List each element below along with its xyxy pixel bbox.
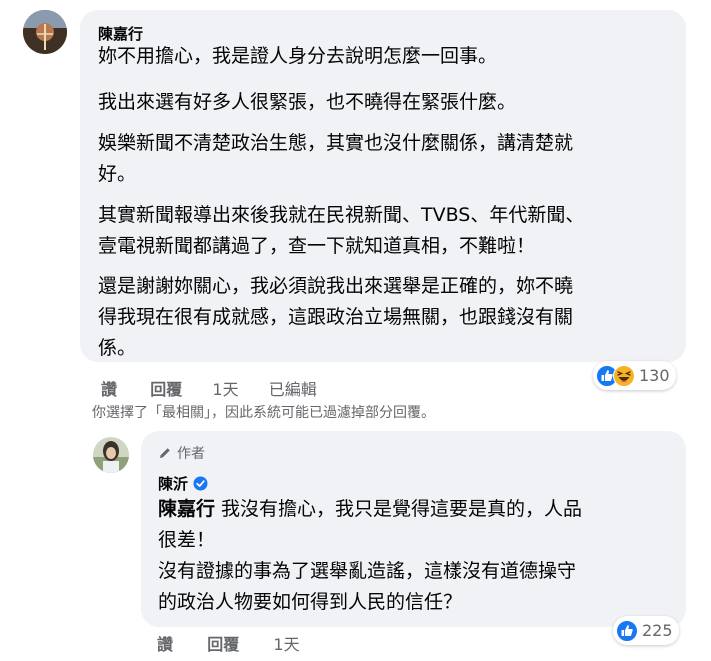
commenter-avatar[interactable]	[23, 10, 67, 54]
reply-actions: 讚 回覆 1天	[157, 631, 300, 655]
reply-button[interactable]: 回覆	[207, 635, 239, 654]
comment-reactions[interactable]: 130	[593, 361, 676, 390]
comment-actions: 讚 回覆 1天 已編輯	[101, 376, 317, 400]
reaction-count: 130	[639, 366, 670, 385]
timestamp-link[interactable]: 1天	[212, 380, 238, 399]
reply-reactions[interactable]: 225	[613, 616, 679, 645]
comment-paragraph: 娛樂新聞不清楚政治生態，其實也沒什麼關係，講清楚就 好。	[98, 132, 574, 185]
comment-paragraph: 還是謝謝妳關心，我必須說我出來選舉是正確的，妳不曉 得我現在很有成就感，這跟政治…	[98, 275, 574, 359]
reply-author-avatar[interactable]	[93, 437, 129, 473]
comment-paragraph: 其實新聞報導出來後我就在民視新聞、TVBS、年代新聞、 壹電視新聞都講過了，查一…	[98, 204, 585, 257]
like-button[interactable]: 讚	[101, 380, 117, 399]
pen-icon	[158, 446, 172, 460]
timestamp-link[interactable]: 1天	[273, 635, 299, 654]
author-badge-label: 作者	[177, 446, 205, 462]
edited-label[interactable]: 已編輯	[269, 380, 317, 399]
comment-paragraph: 我出來選有好多人很緊張，也不曉得在緊張什麼。	[98, 91, 517, 113]
mention-link[interactable]: 陳嘉行	[158, 498, 215, 520]
like-button[interactable]: 讚	[157, 635, 173, 654]
reaction-count: 225	[642, 621, 673, 640]
reply-author-name[interactable]: 陳沂	[158, 473, 208, 494]
reply-text: 陳嘉行 我沒有擔心，我只是覺得這要是真的，人品 很差！ 沒有證據的事為了選舉亂造…	[158, 498, 583, 613]
comment-paragraph: 妳不用擔心，我是證人身分去說明怎麼一回事。	[98, 45, 498, 67]
like-icon	[616, 619, 638, 642]
filter-notice: 你選擇了「最相關」，因此系統可能已過濾掉部分回覆。	[92, 405, 435, 421]
author-badge: 作者	[158, 443, 205, 463]
verified-icon	[193, 476, 208, 491]
reply-button[interactable]: 回覆	[150, 380, 182, 399]
haha-icon	[613, 364, 635, 387]
